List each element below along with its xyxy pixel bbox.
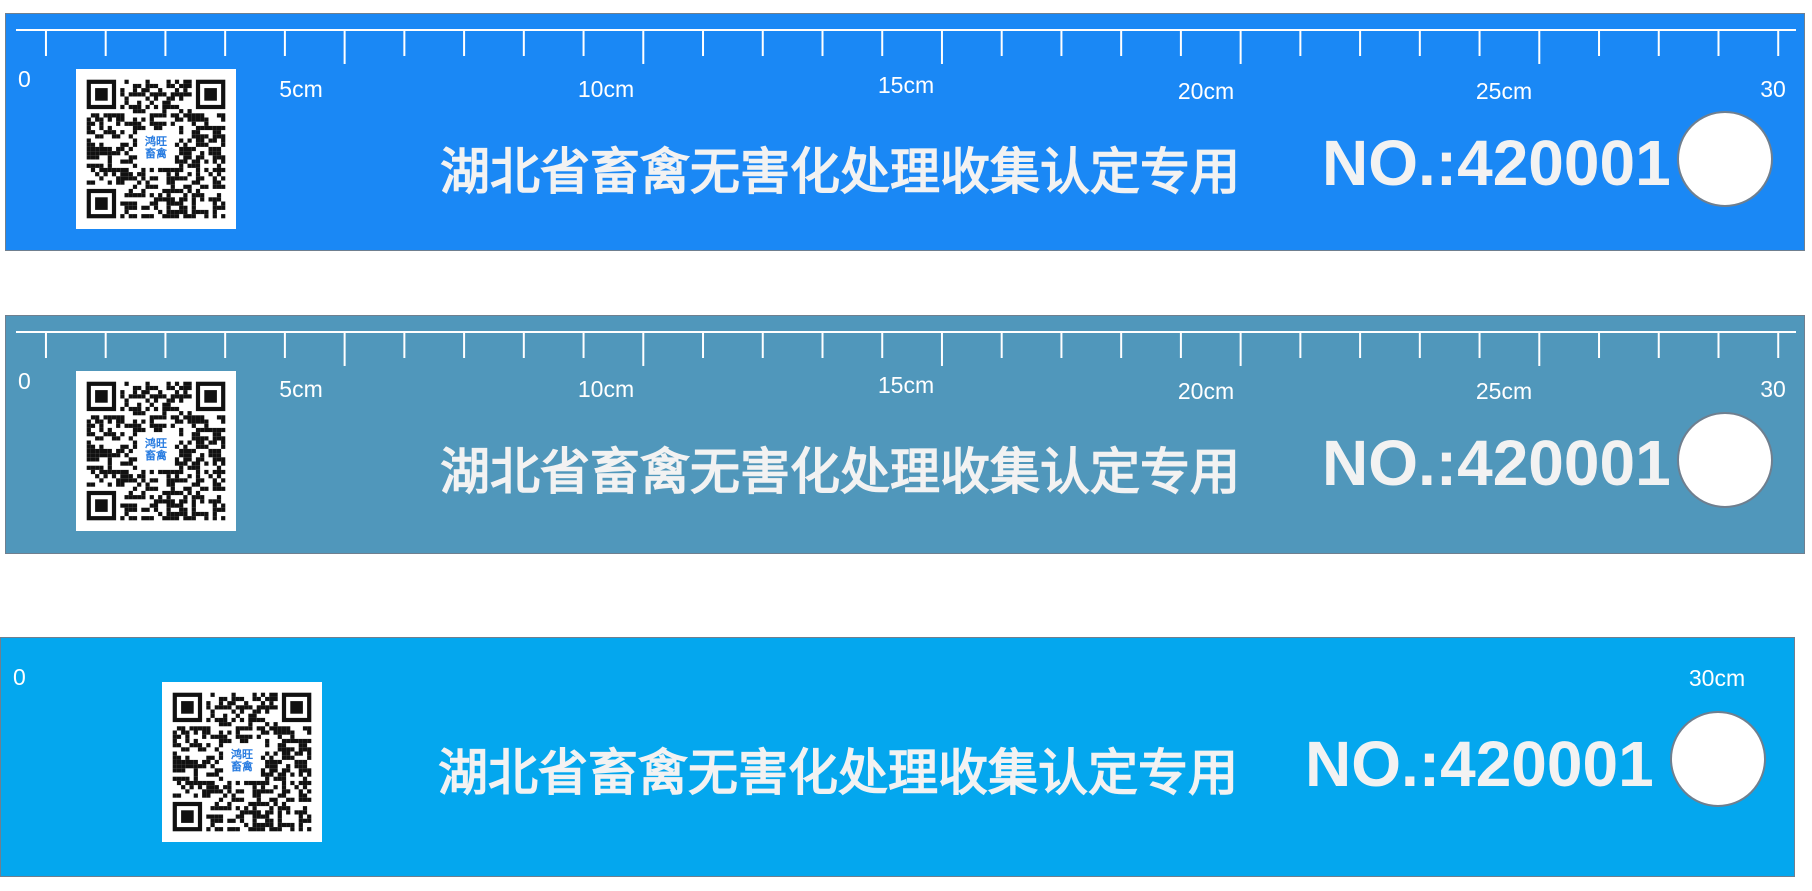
ruler-zero-label: 0 — [18, 368, 31, 394]
qr-logo-text: 畜禽 — [231, 759, 254, 773]
qr-code: 鸿旺 畜禽 — [162, 682, 322, 842]
ear-tag-sky-blue: 0 30cm 鸿旺 畜禽 湖北省畜禽无害化处理收集认定专用 NO.:420001 — [0, 637, 1795, 877]
ruler-zero-label: 0 — [13, 664, 26, 690]
tag-hole — [1670, 711, 1766, 807]
ruler-label-10cm: 10cm — [577, 376, 635, 402]
ruler-label-20cm: 20cm — [1177, 78, 1235, 104]
tag-hole — [1677, 412, 1773, 508]
qr-code: 鸿旺 畜禽 — [76, 69, 236, 229]
qr-logo-text: 鸿旺 — [145, 134, 167, 148]
ruler-label-5cm: 5cm — [279, 376, 323, 402]
ruler-label-25cm: 25cm — [1475, 78, 1533, 104]
ear-tag-blue: 0 5cm 10cm 15cm 20cm 25cm 30 鸿旺 畜禽 湖北省畜禽无… — [5, 13, 1805, 251]
ruler-label-30: 30 — [1760, 376, 1786, 402]
qr-logo-text: 畜禽 — [145, 146, 168, 160]
qr-logo-text: 鸿旺 — [231, 747, 253, 761]
ruler-label-20cm: 20cm — [1177, 378, 1235, 404]
qr-code: 鸿旺 畜禽 — [76, 371, 236, 531]
tag-hole — [1677, 111, 1773, 207]
tag-title: 湖北省畜禽无害化处理收集认定专用 — [438, 745, 1238, 801]
tag-title: 湖北省畜禽无害化处理收集认定专用 — [440, 444, 1240, 500]
qr-logo-text: 鸿旺 — [145, 436, 167, 450]
ruler-zero-label: 0 — [18, 66, 31, 92]
ruler-label-30cm: 30cm — [1688, 665, 1746, 691]
ear-tag-steel-blue: 0 5cm 10cm 15cm 20cm 25cm 30 鸿旺 畜禽 湖北省畜禽无… — [5, 315, 1805, 554]
ruler-label-5cm: 5cm — [279, 76, 323, 102]
ruler-label-30: 30 — [1760, 76, 1786, 102]
ruler-label-10cm: 10cm — [577, 76, 635, 102]
serial-number: NO.:420001 — [1322, 427, 1671, 499]
serial-number: NO.:420001 — [1305, 728, 1654, 800]
ruler-label-15cm: 15cm — [877, 72, 935, 98]
serial-number: NO.:420001 — [1322, 127, 1671, 199]
ruler-label-15cm: 15cm — [877, 372, 935, 398]
tag-title: 湖北省畜禽无害化处理收集认定专用 — [440, 144, 1240, 200]
ruler-label-25cm: 25cm — [1475, 378, 1533, 404]
qr-logo-text: 畜禽 — [145, 448, 168, 462]
